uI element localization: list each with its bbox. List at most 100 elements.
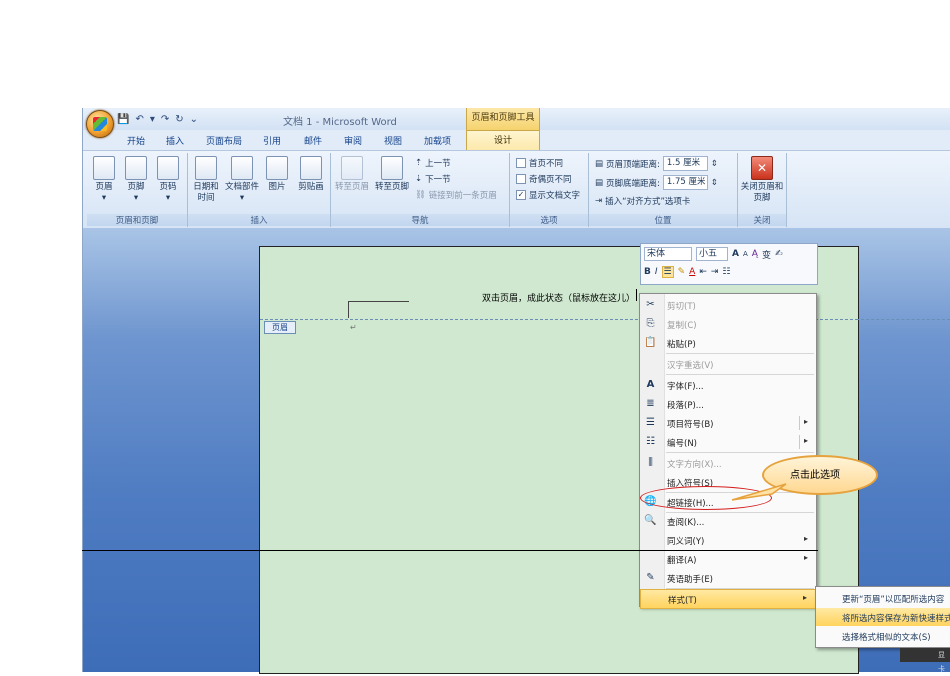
tab-view[interactable]: 视图 — [384, 134, 402, 147]
customize-qat-icon[interactable]: ⌄ — [190, 114, 198, 125]
lookup-icon: 🔍 — [644, 515, 657, 526]
font-name-combo[interactable]: 宋体 — [644, 247, 692, 261]
tab-design[interactable]: 设计 — [466, 130, 540, 151]
bullets-icon[interactable]: ☷ — [722, 267, 730, 277]
menu-separator — [666, 374, 814, 375]
bold-button[interactable]: B — [644, 267, 651, 277]
menu-item-numbering[interactable]: ☷ 编号(N) ▸ — [640, 433, 816, 451]
menu-item-styles[interactable]: 样式(T) ▸ — [640, 589, 816, 609]
group-label-close: 关闭 — [738, 214, 786, 226]
menu-item-paragraph[interactable]: ≣ 段落(P)... — [640, 395, 816, 413]
tab-review[interactable]: 审阅 — [344, 134, 362, 147]
highlight-icon[interactable]: ✎ — [678, 267, 686, 277]
tab-addins[interactable]: 加载项 — [424, 134, 451, 147]
font-size-combo[interactable]: 小五 — [696, 247, 728, 261]
different-first-page-checkbox[interactable]: 首页不同 — [516, 157, 563, 169]
group-label-position: 位置 — [589, 214, 737, 226]
header-annotation-text: 双击页眉，成此状态（鼠标放在这儿） — [482, 294, 636, 304]
group-header-footer: 页眉 ▾ 页脚 ▾ 页码 ▾ 页眉和页脚 — [87, 153, 188, 227]
footer-button[interactable]: 页脚 ▾ — [121, 156, 151, 204]
styles-icon[interactable]: Ą — [752, 249, 758, 259]
paragraph-mark: ↵ — [350, 323, 357, 332]
italic-button[interactable]: I — [655, 267, 658, 277]
text-cursor — [636, 289, 637, 301]
menu-item-font[interactable]: A 字体(F)... — [640, 376, 816, 394]
submenu-arrow-icon: ▸ — [803, 436, 808, 445]
callout-text: 点击此选项 — [790, 470, 840, 481]
different-odd-even-checkbox[interactable]: 奇偶页不同 — [516, 173, 572, 185]
undo-dropdown-icon[interactable]: ▾ — [150, 114, 155, 125]
checkbox-checked-icon: ✓ — [516, 190, 526, 200]
date-time-button[interactable]: 日期和时间 — [190, 156, 222, 204]
group-navigation: 转至页眉 转至页脚 ⇡ 上一节 ⇣ 下一节 ⛓ 链接到前一条页眉 导航 — [331, 153, 510, 227]
menu-item-lookup[interactable]: 🔍 查阅(K)... — [640, 512, 816, 530]
copy-icon: ⎘ — [646, 318, 655, 329]
window-title: 文档 1 - Microsoft Word — [283, 117, 397, 128]
format-painter-icon[interactable]: ✍ — [775, 249, 783, 259]
quick-parts-button[interactable]: 文档部件 ▾ — [224, 156, 260, 204]
link-to-previous-button[interactable]: ⛓ 链接到前一条页眉 — [415, 189, 497, 201]
goto-header-icon — [341, 156, 363, 180]
menu-item-synonyms[interactable]: 同义词(Y) ▸ — [640, 531, 816, 549]
redo-icon[interactable]: ↷ — [161, 114, 169, 125]
font-color-icon[interactable]: A — [689, 267, 695, 277]
close-header-footer-button[interactable]: ✕ 关闭页眉和页脚 — [740, 156, 784, 204]
menu-item-cut[interactable]: ✂ 剪切(T) — [640, 296, 816, 314]
goto-header-button[interactable]: 转至页眉 — [333, 156, 371, 193]
group-close: ✕ 关闭页眉和页脚 关闭 — [738, 153, 787, 227]
phonetic-guide-icon[interactable]: 变 — [762, 248, 771, 261]
menu-separator — [666, 452, 814, 453]
next-section-button[interactable]: ⇣ 下一节 — [415, 173, 451, 185]
increase-indent-icon[interactable]: ⇥ — [711, 267, 719, 277]
repeat-icon[interactable]: ↻ — [175, 114, 183, 125]
picture-button[interactable]: 图片 — [262, 156, 292, 193]
status-chip: 显卡 — [900, 648, 950, 673]
menu-item-paste[interactable]: 📋 粘贴(P) — [640, 334, 816, 352]
header-top-distance-input[interactable]: 1.5 厘米 — [662, 156, 708, 171]
tab-references[interactable]: 引用 — [263, 134, 281, 147]
header-tag: 页眉 — [264, 321, 296, 334]
menu-item-reconvert[interactable]: 汉字重选(V) — [640, 355, 816, 373]
menu-item-translate[interactable]: 翻译(A) ▸ — [640, 550, 816, 568]
submenu-item-update-style[interactable]: 更新“页眉”以匹配所选内容 — [816, 589, 950, 607]
callout-pointer — [731, 483, 787, 501]
clip-art-button[interactable]: 剪贴画 — [294, 156, 328, 193]
insert-alignment-tab-button[interactable]: ⇥ 插入“对齐方式”选项卡 — [595, 195, 690, 207]
undo-icon[interactable]: ↶ — [135, 114, 143, 125]
mini-toolbar: 宋体 小五 A A Ą 变 ✍ B I ☰ ✎ A ⇤ ⇥ ☷ — [640, 243, 818, 285]
header-button[interactable]: 页眉 ▾ — [89, 156, 119, 204]
contextual-tab-group-title: 页眉和页脚工具 — [466, 108, 540, 130]
text-direction-icon: ⫼ — [648, 457, 653, 468]
submenu-arrow-icon: ▸ — [803, 553, 808, 562]
submenu-arrow-icon: ▸ — [803, 534, 808, 543]
menu-item-bullets[interactable]: ☰ 项目符号(B) ▸ — [640, 414, 816, 432]
spinner-icon[interactable]: ⇕ — [711, 159, 718, 169]
tab-page-layout[interactable]: 页面布局 — [206, 134, 242, 147]
spinner-icon[interactable]: ⇕ — [711, 178, 718, 188]
tab-insert[interactable]: 插入 — [166, 134, 184, 147]
previous-section-button[interactable]: ⇡ 上一节 — [415, 157, 451, 169]
quick-access-toolbar: 💾 ↶ ▾ ↷ ↻ ⌄ — [117, 111, 198, 127]
context-menu: ✂ 剪切(T) ⎘ 复制(C) 📋 粘贴(P) 汉字重选(V) A 字体(F)... ≣… — [639, 293, 817, 609]
office-logo-icon — [93, 117, 107, 131]
submenu-item-save-quick-style[interactable]: 将所选内容保存为新快速样式... — [816, 608, 950, 626]
tab-mailings[interactable]: 邮件 — [304, 134, 322, 147]
menu-item-copy[interactable]: ⎘ 复制(C) — [640, 315, 816, 333]
styles-submenu: 更新“页眉”以匹配所选内容 将所选内容保存为新快速样式... 选择格式相似的文本… — [815, 586, 950, 648]
decrease-indent-icon[interactable]: ⇤ — [699, 267, 707, 277]
picture-icon — [266, 156, 288, 180]
submenu-item-select-similar[interactable]: 选择格式相似的文本(S) — [816, 627, 950, 645]
link-icon: ⛓ — [415, 190, 426, 200]
center-align-icon[interactable]: ☰ — [661, 266, 674, 278]
save-icon[interactable]: 💾 — [117, 114, 129, 125]
grow-font-icon[interactable]: A — [732, 249, 739, 259]
show-document-text-checkbox[interactable]: ✓ 显示文档文字 — [516, 189, 580, 201]
menu-item-english-assistant[interactable]: ✎ 英语助手(E) — [640, 569, 816, 587]
page-number-icon — [157, 156, 179, 180]
tab-home[interactable]: 开始 — [127, 134, 145, 147]
ribbon: 页眉 ▾ 页脚 ▾ 页码 ▾ 页眉和页脚 日期和时间 文档部件 ▾ 图片 剪贴画 插入 … — [83, 150, 950, 229]
page-number-button[interactable]: 页码 ▾ — [153, 156, 183, 204]
shrink-font-icon[interactable]: A — [743, 250, 748, 258]
footer-bottom-distance-input[interactable]: 1.75 厘米 — [662, 175, 708, 190]
goto-footer-button[interactable]: 转至页脚 — [373, 156, 411, 193]
